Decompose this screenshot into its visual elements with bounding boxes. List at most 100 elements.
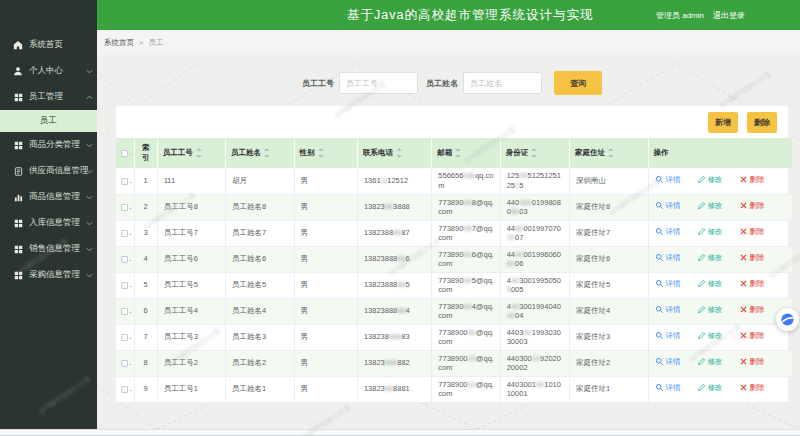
sort-caret-icon[interactable] — [608, 148, 614, 158]
edit-link[interactable]: 修改 — [697, 201, 723, 210]
edit-link[interactable]: 修改 — [697, 227, 723, 236]
detail-link[interactable]: 详情 — [655, 331, 681, 340]
delete-link[interactable]: 删除 — [739, 175, 765, 184]
detail-link-icon — [655, 279, 664, 288]
sort-caret-icon[interactable] — [196, 148, 202, 158]
sort-caret-icon[interactable] — [318, 148, 324, 158]
delete-link[interactable]: 删除 — [739, 305, 765, 314]
detail-link[interactable]: 详情 — [655, 175, 681, 184]
cell-employee-name: 员工姓名7 — [226, 220, 294, 246]
delete-link[interactable]: 删除 — [739, 227, 765, 236]
detail-link[interactable]: 详情 — [655, 253, 681, 262]
delete-link[interactable]: 删除 — [739, 331, 765, 340]
sidebar-item-purchase-mgmt[interactable]: 采购信息管理 — [0, 262, 97, 288]
delete-link[interactable]: 删除 — [739, 279, 765, 288]
table-row: 1111胡月男136111125125566565@qq.com12555512… — [116, 168, 792, 194]
column-header-phone[interactable]: 联系电话 — [357, 138, 431, 168]
logout-link[interactable]: 退出登录 — [713, 10, 745, 21]
column-header-ops: 操作 — [648, 138, 792, 168]
delete-link[interactable]: 删除 — [739, 253, 765, 262]
edit-link[interactable]: 修改 — [697, 175, 723, 184]
employee-name-input[interactable] — [463, 72, 542, 94]
chevron-down-icon — [85, 169, 93, 174]
edit-link[interactable]: 修改 — [697, 357, 723, 366]
row-checkbox[interactable] — [121, 282, 128, 289]
horizontal-scrollbar[interactable] — [0, 429, 800, 436]
edit-link[interactable]: 修改 — [697, 305, 723, 314]
row-checkbox[interactable] — [121, 178, 128, 185]
cell-phone: 13823888883 — [357, 324, 431, 350]
sidebar-item-home[interactable]: 系统首页 — [0, 32, 97, 58]
column-header-address[interactable]: 家庭住址 — [570, 138, 648, 168]
column-header-no[interactable]: 员工工号 — [157, 138, 225, 168]
cell-address: 深圳南山 — [570, 168, 648, 194]
cell-address: 家庭住址7 — [570, 220, 648, 246]
edit-link[interactable]: 修改 — [697, 383, 723, 392]
table-row: 8员工工号2员工姓名2男13823888882773890020@qq.com4… — [116, 350, 792, 376]
edit-link[interactable]: 修改 — [697, 279, 723, 288]
cell-employee-no: 员工工号8 — [157, 194, 225, 220]
sidebar-item-profile[interactable]: 个人中心 — [0, 58, 97, 84]
delete-link[interactable]: 删除 — [739, 357, 765, 366]
detail-link[interactable]: 详情 — [655, 279, 681, 288]
delete-link-icon — [739, 201, 748, 210]
delete-link-icon — [739, 279, 748, 288]
row-checkbox[interactable] — [121, 230, 128, 237]
edit-link[interactable]: 修改 — [697, 331, 723, 340]
detail-link[interactable]: 详情 — [655, 357, 681, 366]
column-header-email[interactable]: 邮箱 — [432, 138, 500, 168]
cell-employee-name: 胡月 — [226, 168, 294, 194]
row-checkbox[interactable] — [121, 360, 128, 367]
row-checkbox[interactable] — [121, 308, 128, 315]
cell-index: 8 — [134, 350, 157, 376]
detail-link[interactable]: 详情 — [655, 383, 681, 392]
cell-email: 5566565@qq.com — [432, 168, 500, 194]
sidebar-item-supplier-mgmt[interactable]: 供应商信息管理 — [0, 158, 97, 184]
edit-link[interactable]: 修改 — [697, 253, 723, 262]
sidebar-item-goods-mgmt[interactable]: 商品信息管理 — [0, 184, 97, 210]
delete-link-icon — [739, 305, 748, 314]
floating-widget-button[interactable] — [776, 308, 799, 331]
detail-link[interactable]: 详情 — [655, 227, 681, 236]
delete-link-icon — [739, 227, 748, 236]
column-header-gender[interactable]: 性别 — [294, 138, 357, 168]
select-all-checkbox[interactable] — [121, 150, 128, 157]
sort-caret-icon[interactable] — [264, 148, 270, 158]
column-label: 操作 — [654, 148, 669, 158]
cell-gender: 男 — [294, 168, 357, 194]
detail-link[interactable]: 详情 — [655, 305, 681, 314]
row-checkbox[interactable] — [121, 256, 128, 263]
row-checkbox[interactable] — [121, 386, 128, 393]
sort-caret-icon[interactable] — [455, 148, 461, 158]
cell-employee-name: 员工姓名4 — [226, 298, 294, 324]
edit-link-icon — [697, 305, 706, 314]
cell-index: 5 — [134, 272, 157, 298]
sort-caret-icon[interactable] — [531, 148, 537, 158]
employee-no-input[interactable] — [339, 72, 418, 94]
delete-link[interactable]: 删除 — [739, 383, 765, 392]
cell-index: 3 — [134, 220, 157, 246]
sort-caret-icon[interactable] — [396, 148, 402, 158]
column-header-name[interactable]: 员工姓名 — [226, 138, 294, 168]
column-header-idcard[interactable]: 身份证 — [500, 138, 569, 168]
delete-link[interactable]: 删除 — [739, 201, 765, 210]
sidebar-item-employee-mgmt[interactable]: 员工管理 — [0, 84, 97, 110]
breadcrumb-current: 员工 — [148, 38, 163, 48]
detail-link[interactable]: 详情 — [655, 201, 681, 210]
cell-email: 773890005@qq.com — [432, 272, 500, 298]
sidebar-item-sales-mgmt[interactable]: 销售信息管理 — [0, 236, 97, 262]
row-checkbox[interactable] — [121, 204, 128, 211]
delete-button[interactable]: 删除 — [747, 112, 777, 133]
sidebar-item-inbound-mgmt[interactable]: 入库信息管理 — [0, 210, 97, 236]
cell-checkbox — [116, 246, 134, 272]
cell-phone: 13823888881 — [357, 376, 431, 402]
row-checkbox[interactable] — [121, 334, 128, 341]
query-button[interactable]: 查询 — [554, 71, 602, 95]
add-button[interactable]: 新增 — [708, 112, 738, 133]
cell-checkbox — [116, 350, 134, 376]
cell-checkbox — [116, 220, 134, 246]
breadcrumb-root[interactable]: 系统首页 — [104, 38, 134, 48]
cell-employee-no: 员工工号5 — [157, 272, 225, 298]
sidebar-subitem-employee[interactable]: 员工 — [0, 110, 97, 132]
sidebar-item-category-mgmt[interactable]: 商品分类管理 — [0, 132, 97, 158]
